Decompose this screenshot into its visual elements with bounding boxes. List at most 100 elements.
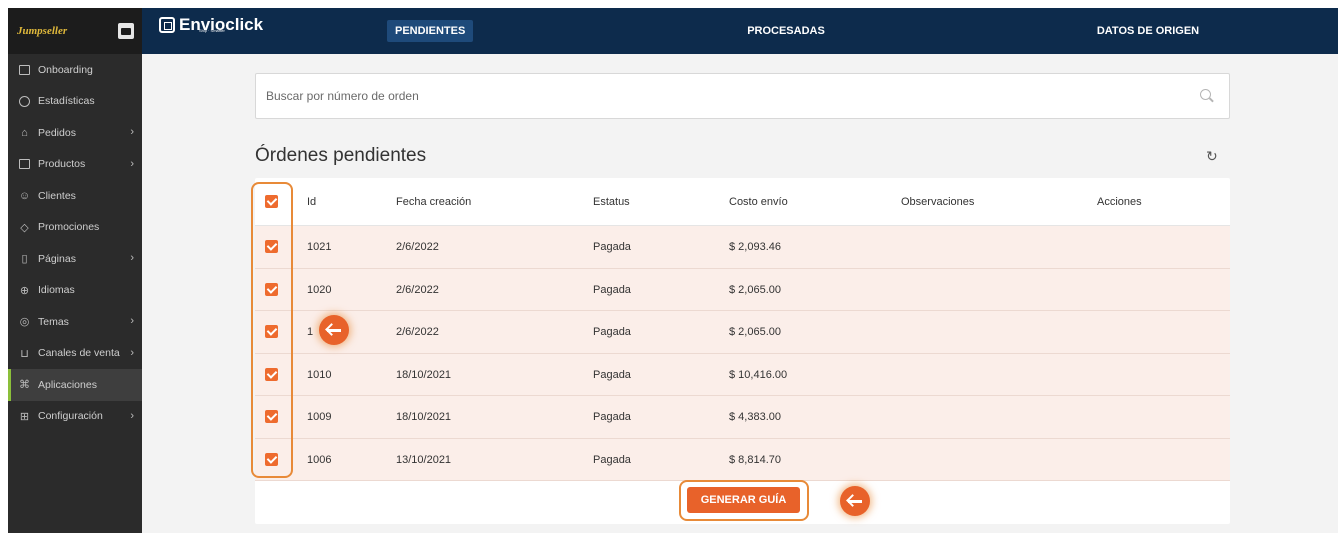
search-icon[interactable] <box>1200 89 1211 100</box>
table-row[interactable]: 1020 2/6/2022 Pagada $ 2,065.00 <box>255 268 1230 311</box>
sidebar-item-onboarding[interactable]: Onboarding <box>8 54 142 86</box>
cell-id: 1 <box>307 326 314 338</box>
eye-icon: ◎ <box>19 316 30 329</box>
basket-icon: ⌂ <box>21 126 28 139</box>
brand-tagline: Ship · Smarter <box>199 28 225 33</box>
users-icon: ☺ <box>18 189 31 202</box>
top-navigation-bar: Envioclick Ship · Smarter PENDIENTES PRO… <box>142 8 1338 54</box>
cell-costo: $ 8,814.70 <box>729 453 781 466</box>
cell-fecha: 2/6/2022 <box>396 241 439 253</box>
page-title: Órdenes pendientes <box>255 145 427 166</box>
sidebar-item-label: Pedidos <box>38 126 76 139</box>
sidebar-item-canales-de-venta[interactable]: ⊔ Canales de venta › <box>8 338 142 370</box>
tab-pendientes[interactable]: PENDIENTES <box>387 20 474 42</box>
sidebar-item-label: Promociones <box>38 221 100 234</box>
table-header: Id Fecha creación Estatus Costo envío Ob… <box>255 178 1230 226</box>
search-box <box>255 73 1230 119</box>
box-icon <box>159 17 175 33</box>
checkbox-icon <box>18 63 31 76</box>
sidebar-item-clientes[interactable]: ☺ Clientes <box>8 180 142 212</box>
cell-costo: $ 2,093.46 <box>729 241 781 253</box>
cell-estatus: Pagada <box>593 283 631 296</box>
chevron-right-icon[interactable]: › <box>130 126 134 138</box>
cell-costo: $ 10,416.00 <box>729 368 788 381</box>
table-row[interactable]: 1010 18/10/2021 Pagada $ 10,416.00 <box>255 353 1230 396</box>
cell-id: 1006 <box>307 453 332 466</box>
product-icon <box>18 158 31 171</box>
gauge-icon <box>18 95 31 108</box>
refresh-icon[interactable]: ↻ <box>1206 148 1218 165</box>
sidebar-item-label: Clientes <box>38 189 76 202</box>
cell-estatus: Pagada <box>593 453 631 466</box>
column-fecha: Fecha creación <box>396 196 472 208</box>
cell-costo: $ 2,065.00 <box>729 283 781 296</box>
sidebar-item-aplicaciones[interactable]: ⌘ Aplicaciones <box>8 369 142 401</box>
cell-estatus: Pagada <box>593 326 631 338</box>
settings-icon: ⊞ <box>19 410 30 423</box>
column-observaciones: Observaciones <box>901 196 975 208</box>
sidebar-item-temas[interactable]: ◎ Temas › <box>8 306 142 338</box>
sidebar-item-label: Onboarding <box>38 63 93 76</box>
cell-estatus: Pagada <box>593 411 631 423</box>
sidebar-item-productos[interactable]: Productos › <box>8 149 142 181</box>
sidebar-item-label: Productos <box>38 158 86 171</box>
column-acciones: Acciones <box>1097 196 1142 208</box>
sidebar-item-label: Canales de venta <box>38 347 120 360</box>
page-icon: ▯ <box>21 253 28 266</box>
cell-id: 1020 <box>307 283 332 296</box>
column-estatus: Estatus <box>593 196 630 208</box>
chevron-right-icon[interactable]: › <box>130 347 134 359</box>
tab-datos-de-origen[interactable]: DATOS DE ORIGEN <box>1087 20 1209 42</box>
sidebar-item-label: Temas <box>38 315 69 328</box>
chevron-right-icon[interactable]: › <box>130 252 134 264</box>
sidebar-item-label: Configuración <box>38 410 103 423</box>
sidebar-item-label: Páginas <box>38 252 76 265</box>
chevron-right-icon[interactable]: › <box>130 315 134 327</box>
cart-icon: ⊔ <box>20 347 29 360</box>
store-icon[interactable] <box>118 23 134 39</box>
checkbox-highlight-outline <box>251 182 293 478</box>
sidebar-item-label: Aplicaciones <box>38 378 97 391</box>
main-content: Órdenes pendientes ↻ Id Fecha creación E… <box>142 54 1338 533</box>
pointer-arrow-icon <box>840 486 870 516</box>
pointer-arrow-icon <box>319 315 349 345</box>
sidebar-item-pedidos[interactable]: ⌂ Pedidos › <box>8 117 142 149</box>
cell-costo: $ 2,065.00 <box>729 326 781 338</box>
cell-fecha: 13/10/2021 <box>396 453 452 466</box>
cell-fecha: 18/10/2021 <box>396 411 452 423</box>
column-id: Id <box>307 196 317 208</box>
table-row[interactable]: 1009 18/10/2021 Pagada $ 4,383.00 <box>255 396 1230 439</box>
plug-icon: ⌘ <box>19 379 30 392</box>
tab-procesadas[interactable]: PROCESADAS <box>738 20 834 42</box>
sidebar-header: Jumpseller <box>8 8 142 54</box>
tag-icon: ◇ <box>20 221 29 234</box>
cell-id: 1010 <box>307 368 332 381</box>
sidebar: Jumpseller Onboarding Estadísticas ⌂ Pedido… <box>8 8 142 533</box>
sidebar-item-configuraci-n[interactable]: ⊞ Configuración › <box>8 401 142 433</box>
sidebar-item-label: Estadísticas <box>38 95 95 108</box>
globe-icon: ⊕ <box>19 284 30 297</box>
cell-fecha: 18/10/2021 <box>396 368 452 381</box>
sidebar-item-estad-sticas[interactable]: Estadísticas <box>8 86 142 118</box>
generar-guia-button[interactable]: GENERAR GUÍA <box>687 487 800 513</box>
cell-id: 1009 <box>307 411 332 423</box>
table-row[interactable]: 1 2/6/2022 Pagada $ 2,065.00 <box>255 311 1230 354</box>
cell-fecha: 2/6/2022 <box>396 283 439 296</box>
sidebar-item-label: Idiomas <box>38 284 75 297</box>
cell-estatus: Pagada <box>593 241 631 253</box>
cell-estatus: Pagada <box>593 368 631 381</box>
chevron-right-icon[interactable]: › <box>130 158 134 170</box>
jumpseller-logo[interactable]: Jumpseller <box>17 25 67 37</box>
table-row[interactable]: 1006 13/10/2021 Pagada $ 8,814.70 <box>255 438 1230 481</box>
orders-table: Id Fecha creación Estatus Costo envío Ob… <box>251 178 1230 524</box>
sidebar-item-idiomas[interactable]: ⊕ Idiomas <box>8 275 142 307</box>
table-row[interactable]: 1021 2/6/2022 Pagada $ 2,093.46 <box>255 226 1230 269</box>
column-costo: Costo envío <box>729 196 788 208</box>
chevron-right-icon[interactable]: › <box>130 410 134 422</box>
cell-id: 1021 <box>307 241 332 253</box>
cell-fecha: 2/6/2022 <box>396 326 439 338</box>
sidebar-item-p-ginas[interactable]: ▯ Páginas › <box>8 243 142 275</box>
search-input[interactable] <box>266 74 1166 118</box>
cell-costo: $ 4,383.00 <box>729 411 781 423</box>
sidebar-item-promociones[interactable]: ◇ Promociones <box>8 212 142 244</box>
